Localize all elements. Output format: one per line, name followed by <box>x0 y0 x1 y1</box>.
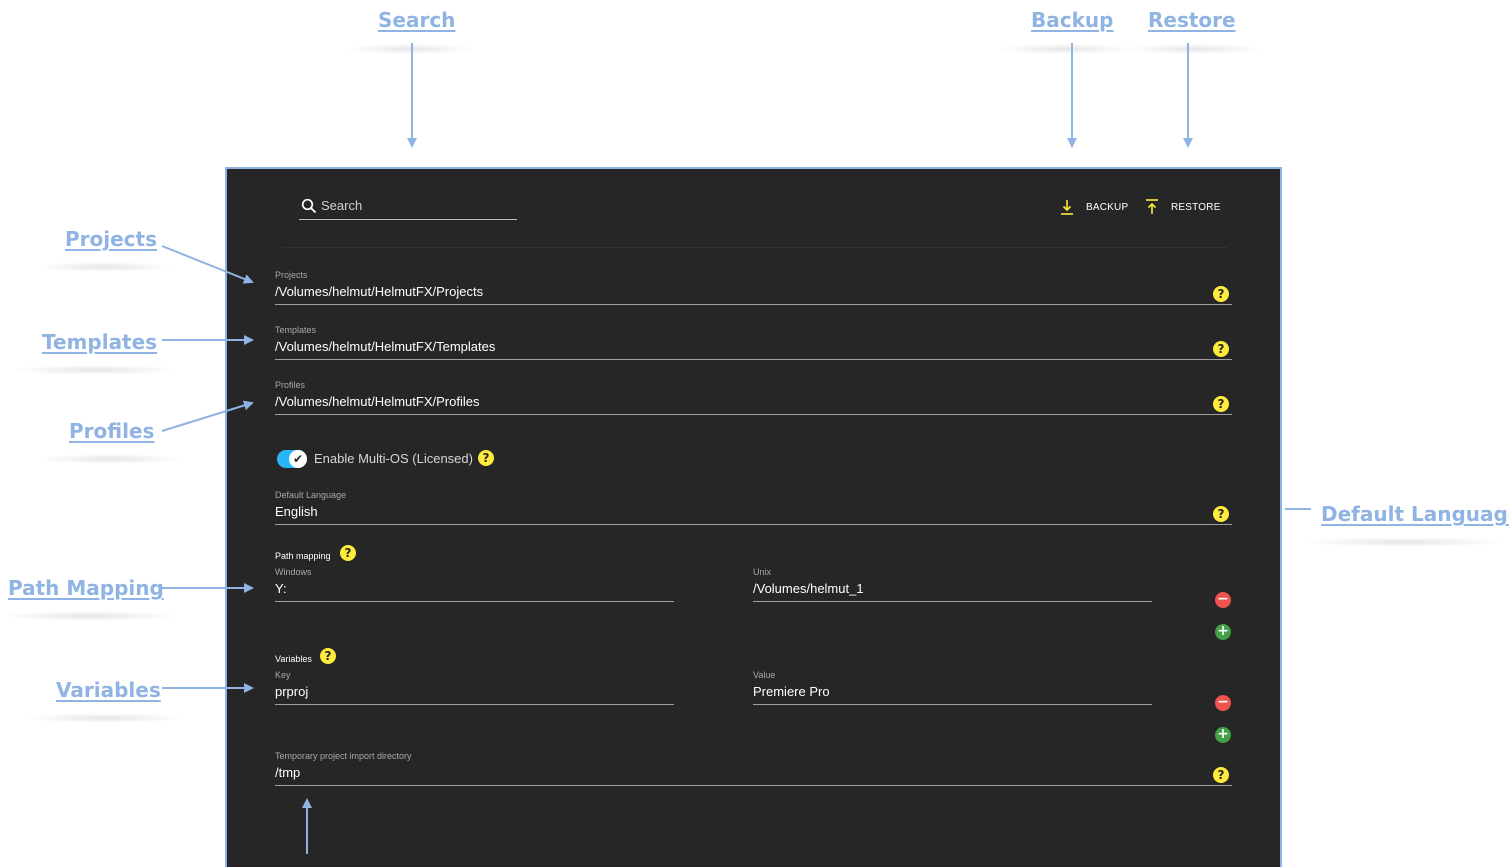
annotation-shadow <box>1125 44 1265 54</box>
divider <box>282 247 1227 248</box>
annotation-templates: Templates <box>42 330 158 354</box>
field-underline <box>275 414 1232 415</box>
default-language-field[interactable]: Default Language English ? <box>275 490 1232 526</box>
help-icon[interactable]: ? <box>478 450 494 466</box>
default-language-label: Default Language <box>275 490 347 500</box>
annotation-shadow <box>10 365 180 375</box>
search-placeholder: Search <box>321 198 363 213</box>
help-icon[interactable]: ? <box>1213 767 1229 783</box>
help-icon[interactable]: ? <box>1213 286 1229 302</box>
annotation-shadow <box>35 262 175 272</box>
field-underline <box>275 704 674 705</box>
variable-value-field[interactable]: Value Premiere Pro <box>753 670 1152 706</box>
annotation-shadow <box>995 44 1135 54</box>
field-underline <box>275 524 1232 525</box>
multi-os-label: Enable Multi-OS (Licensed) <box>314 451 473 466</box>
annotation-backup: Backup <box>1031 8 1114 32</box>
add-variable-button[interactable]: + <box>1215 727 1231 743</box>
field-underline <box>275 601 674 602</box>
value-value[interactable]: Premiere Pro <box>753 684 830 699</box>
search-input[interactable]: Search <box>299 197 517 220</box>
search-icon <box>301 198 317 214</box>
help-icon[interactable]: ? <box>1213 396 1229 412</box>
projects-field[interactable]: Projects /Volumes/helmut/HelmutFX/Projec… <box>275 270 1232 306</box>
variable-key-field[interactable]: Key prproj <box>275 670 674 706</box>
settings-panel: Search BACKUP RESTORE Projects /Volumes/… <box>225 167 1282 867</box>
check-icon: ✔ <box>289 450 307 468</box>
windows-label: Windows <box>275 567 312 577</box>
field-underline <box>275 785 1232 786</box>
key-value[interactable]: prproj <box>275 684 308 699</box>
help-icon[interactable]: ? <box>1213 506 1229 522</box>
default-language-value[interactable]: English <box>275 504 318 519</box>
templates-value[interactable]: /Volumes/helmut/HelmutFX/Templates <box>275 339 495 354</box>
field-underline <box>275 304 1232 305</box>
backup-label: BACKUP <box>1086 201 1129 213</box>
projects-label: Projects <box>275 270 308 280</box>
annotation-projects: Projects <box>65 227 158 251</box>
annotation-shadow <box>1300 537 1509 547</box>
value-label: Value <box>753 670 776 680</box>
field-underline <box>753 601 1152 602</box>
remove-variable-button[interactable]: − <box>1215 695 1231 711</box>
unix-value[interactable]: /Volumes/helmut_1 <box>753 581 864 596</box>
annotation-profiles: Profiles <box>69 419 155 443</box>
temp-dir-label: Temporary project import directory <box>275 751 412 761</box>
profiles-value[interactable]: /Volumes/helmut/HelmutFX/Profiles <box>275 394 479 409</box>
annotation-shadow <box>35 454 185 464</box>
key-label: Key <box>275 670 291 680</box>
restore-label: RESTORE <box>1171 201 1221 213</box>
annotation-default-language: Default Language <box>1321 502 1509 526</box>
download-icon <box>1061 200 1073 215</box>
windows-path-field[interactable]: Windows Y: <box>275 567 674 603</box>
annotation-search: Search <box>378 8 456 32</box>
temp-dir-value[interactable]: /tmp <box>275 765 300 780</box>
field-underline <box>753 704 1152 705</box>
profiles-field[interactable]: Profiles /Volumes/helmut/HelmutFX/Profil… <box>275 380 1232 416</box>
annotation-variables: Variables <box>56 678 161 702</box>
unix-label: Unix <box>753 567 772 577</box>
projects-value[interactable]: /Volumes/helmut/HelmutFX/Projects <box>275 284 483 299</box>
path-mapping-title: Path mapping <box>275 551 331 561</box>
unix-path-field[interactable]: Unix /Volumes/helmut_1 <box>753 567 1152 603</box>
help-icon[interactable]: ? <box>1213 341 1229 357</box>
templates-label: Templates <box>275 325 317 335</box>
backup-button[interactable]: BACKUP <box>1060 199 1128 215</box>
remove-mapping-button[interactable]: − <box>1215 592 1231 608</box>
help-icon[interactable]: ? <box>340 545 356 561</box>
annotation-shadow <box>25 713 185 723</box>
variables-title: Variables <box>275 654 312 664</box>
multi-os-toggle[interactable]: ✔ <box>277 450 307 468</box>
templates-field[interactable]: Templates /Volumes/helmut/HelmutFX/Templ… <box>275 325 1232 361</box>
field-underline <box>275 359 1232 360</box>
annotation-path-mapping: Path Mapping <box>8 576 164 600</box>
annotation-shadow <box>345 44 475 54</box>
add-mapping-button[interactable]: + <box>1215 624 1231 640</box>
profiles-label: Profiles <box>275 380 306 390</box>
upload-icon <box>1146 199 1158 214</box>
restore-button[interactable]: RESTORE <box>1145 199 1221 215</box>
temp-dir-field[interactable]: Temporary project import directory /tmp … <box>275 751 1232 787</box>
annotation-shadow <box>0 611 180 621</box>
windows-value[interactable]: Y: <box>275 581 287 596</box>
help-icon[interactable]: ? <box>320 648 336 664</box>
annotation-restore: Restore <box>1148 8 1236 32</box>
